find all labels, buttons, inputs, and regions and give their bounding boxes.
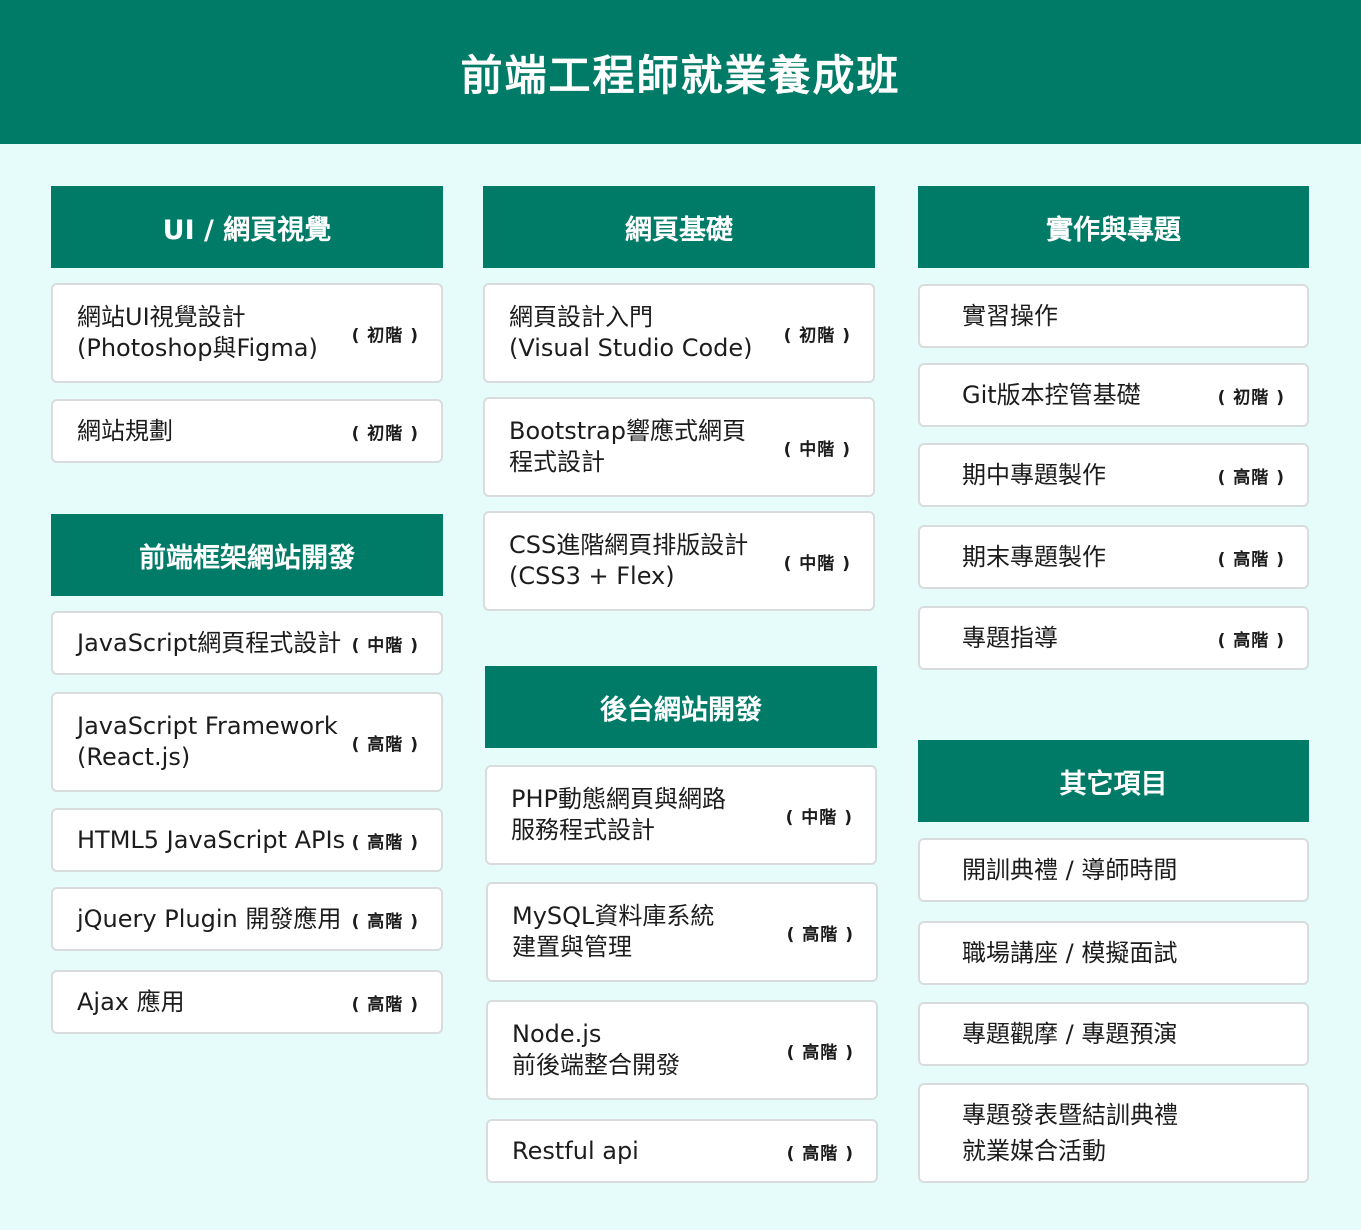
section-header-frontend-framework: 前端框架網站開發 xyxy=(51,514,443,596)
course-level: ( 中階 ) xyxy=(785,807,853,828)
course-title: Node.js 前後端整合開發 xyxy=(512,1020,680,1079)
course-title: Restful api xyxy=(512,1136,639,1165)
course-title: 專題指導 xyxy=(962,623,1058,652)
section-header-ui: UI / 網頁視覺 xyxy=(51,186,443,268)
course-card[interactable]: JavaScript網頁程式設計 ( 中階 ) xyxy=(51,611,443,675)
course-card[interactable]: JavaScript Framework (React.js) ( 高階 ) xyxy=(51,692,443,792)
course-card[interactable]: jQuery Plugin 開發應用 ( 高階 ) xyxy=(51,887,443,951)
course-level: ( 高階 ) xyxy=(1217,549,1285,570)
course-level: ( 初階 ) xyxy=(351,423,419,444)
course-title: 期中專題製作 xyxy=(962,460,1106,489)
course-level: ( 高階 ) xyxy=(786,1042,854,1063)
course-title: 網頁設計入門 (Visual Studio Code) xyxy=(509,303,753,362)
course-title: Git版本控管基礎 xyxy=(962,380,1141,409)
course-title: 專題觀摩 / 專題預演 xyxy=(962,1019,1178,1048)
course-card[interactable]: 網站規劃 ( 初階 ) xyxy=(51,399,443,463)
section-header-backend: 後台網站開發 xyxy=(485,666,877,748)
course-level: ( 高階 ) xyxy=(786,1143,854,1164)
course-level: ( 高階 ) xyxy=(1217,467,1285,488)
course-title: JavaScript Framework (React.js) xyxy=(77,712,338,771)
course-title: HTML5 JavaScript APIs xyxy=(77,825,346,854)
course-title: CSS進階網頁排版設計 (CSS3 + Flex) xyxy=(509,531,749,590)
course-card[interactable]: 開訓典禮 / 導師時間 xyxy=(918,838,1309,902)
course-card[interactable]: Git版本控管基礎 ( 初階 ) xyxy=(918,363,1309,427)
section-header-other: 其它項目 xyxy=(918,740,1309,822)
course-level: ( 高階 ) xyxy=(351,734,419,755)
course-title: 期末專題製作 xyxy=(962,542,1106,571)
course-level: ( 中階 ) xyxy=(783,553,851,574)
page-banner: 前端工程師就業養成班 xyxy=(0,0,1361,144)
course-card[interactable]: 專題指導 ( 高階 ) xyxy=(918,606,1309,670)
course-title: 網站UI視覺設計 (Photoshop與Figma) xyxy=(77,303,318,362)
course-title: PHP動態網頁與網路 服務程式設計 xyxy=(511,785,726,844)
course-card[interactable]: 專題觀摩 / 專題預演 xyxy=(918,1002,1309,1066)
course-level: ( 中階 ) xyxy=(351,635,419,656)
course-card[interactable]: 職場講座 / 模擬面試 xyxy=(918,921,1309,985)
course-level: ( 初階 ) xyxy=(783,325,851,346)
course-level: ( 中階 ) xyxy=(783,439,851,460)
course-card[interactable]: Ajax 應用 ( 高階 ) xyxy=(51,970,443,1034)
course-title: 網站規劃 xyxy=(77,416,173,445)
course-card[interactable]: 期中專題製作 ( 高階 ) xyxy=(918,443,1309,507)
course-card[interactable]: MySQL資料庫系統 建置與管理 ( 高階 ) xyxy=(486,882,878,982)
course-level: ( 高階 ) xyxy=(351,832,419,853)
course-card[interactable]: Restful api ( 高階 ) xyxy=(486,1119,878,1183)
course-title: 職場講座 / 模擬面試 xyxy=(962,938,1178,967)
course-level: ( 高階 ) xyxy=(1217,630,1285,651)
course-card[interactable]: 專題發表暨結訓典禮 就業媒合活動 xyxy=(918,1083,1309,1183)
course-card[interactable]: 期末專題製作 ( 高階 ) xyxy=(918,525,1309,589)
course-title: 專題發表暨結訓典禮 就業媒合活動 xyxy=(962,1101,1178,1165)
course-title: MySQL資料庫系統 建置與管理 xyxy=(512,902,715,961)
course-card[interactable]: HTML5 JavaScript APIs ( 高階 ) xyxy=(51,808,443,872)
course-title: Bootstrap響應式網頁 程式設計 xyxy=(509,417,746,476)
course-card[interactable]: 實習操作 xyxy=(918,284,1309,348)
course-level: ( 高階 ) xyxy=(351,911,419,932)
course-title: jQuery Plugin 開發應用 xyxy=(77,904,342,933)
course-level: ( 高階 ) xyxy=(351,994,419,1015)
course-card[interactable]: 網站UI視覺設計 (Photoshop與Figma) ( 初階 ) xyxy=(51,283,443,383)
section-header-web-basics: 網頁基礎 xyxy=(483,186,875,268)
page-title: 前端工程師就業養成班 xyxy=(460,50,901,100)
course-title: JavaScript網頁程式設計 xyxy=(77,628,342,657)
course-title: Ajax 應用 xyxy=(77,987,185,1016)
course-card[interactable]: Node.js 前後端整合開發 ( 高階 ) xyxy=(486,1000,878,1100)
course-title: 實習操作 xyxy=(962,301,1058,330)
course-card[interactable]: PHP動態網頁與網路 服務程式設計 ( 中階 ) xyxy=(485,765,877,865)
section-header-practice: 實作與專題 xyxy=(918,186,1309,268)
course-level: ( 高階 ) xyxy=(786,924,854,945)
course-title: 開訓典禮 / 導師時間 xyxy=(962,855,1178,884)
course-card[interactable]: CSS進階網頁排版設計 (CSS3 + Flex) ( 中階 ) xyxy=(483,511,875,611)
course-card[interactable]: 網頁設計入門 (Visual Studio Code) ( 初階 ) xyxy=(483,283,875,383)
course-level: ( 初階 ) xyxy=(351,325,419,346)
course-card[interactable]: Bootstrap響應式網頁 程式設計 ( 中階 ) xyxy=(483,397,875,497)
course-level: ( 初階 ) xyxy=(1217,387,1285,408)
